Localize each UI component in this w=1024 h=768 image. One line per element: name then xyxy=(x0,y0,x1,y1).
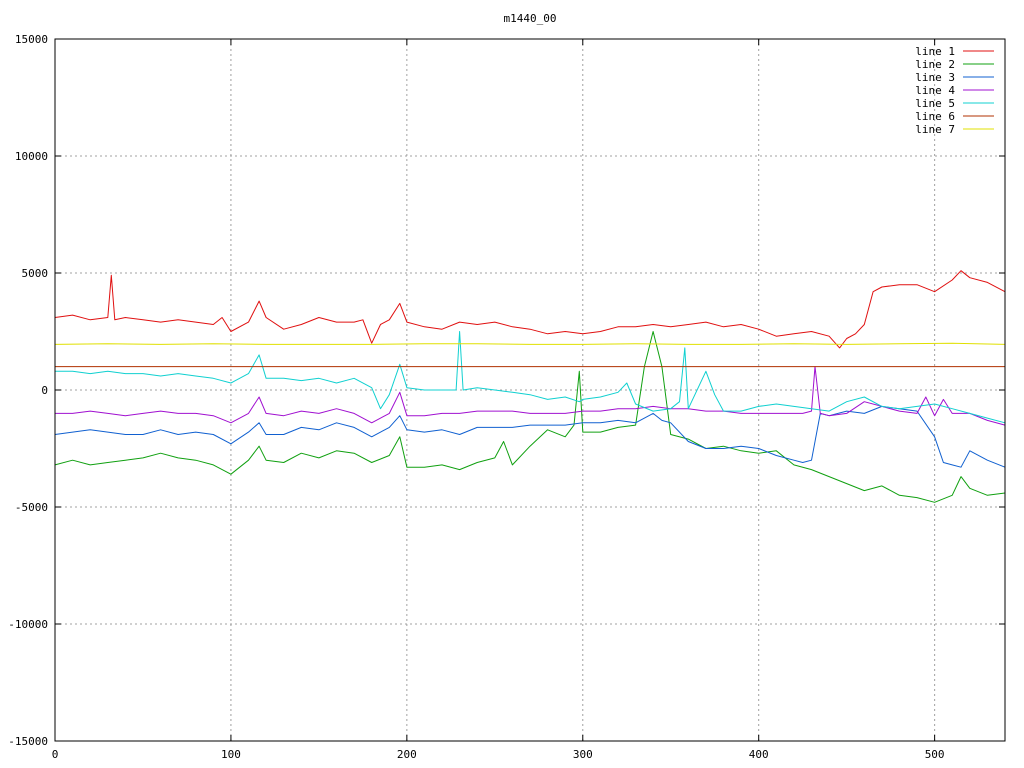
x-tick-label: 500 xyxy=(925,748,945,761)
legend-label: line 3 xyxy=(915,71,955,84)
x-tick-label: 400 xyxy=(749,748,769,761)
chart-title: m1440_00 xyxy=(504,12,557,25)
legend-label: line 4 xyxy=(915,84,955,97)
y-tick-label: -10000 xyxy=(8,618,48,631)
legend-label: line 7 xyxy=(915,123,955,136)
y-tick-label: 0 xyxy=(41,384,48,397)
x-tick-label: 300 xyxy=(573,748,593,761)
legend-label: line 2 xyxy=(915,58,955,71)
x-tick-label: 200 xyxy=(397,748,417,761)
y-tick-label: -5000 xyxy=(15,501,48,514)
x-tick-label: 100 xyxy=(221,748,241,761)
legend-label: line 5 xyxy=(915,97,955,110)
legend-label: line 1 xyxy=(915,45,955,58)
x-tick-label: 0 xyxy=(52,748,59,761)
y-tick-label: 15000 xyxy=(15,33,48,46)
line-chart: 0 100 200 300 400 500 -15000 -10000 -5000 0 5000 10… xyxy=(0,0,1024,768)
y-tick-label: -15000 xyxy=(8,735,48,748)
y-tick-label: 10000 xyxy=(15,150,48,163)
y-tick-label: 5000 xyxy=(22,267,49,280)
chart-background xyxy=(0,0,1024,768)
legend-label: line 6 xyxy=(915,110,955,123)
